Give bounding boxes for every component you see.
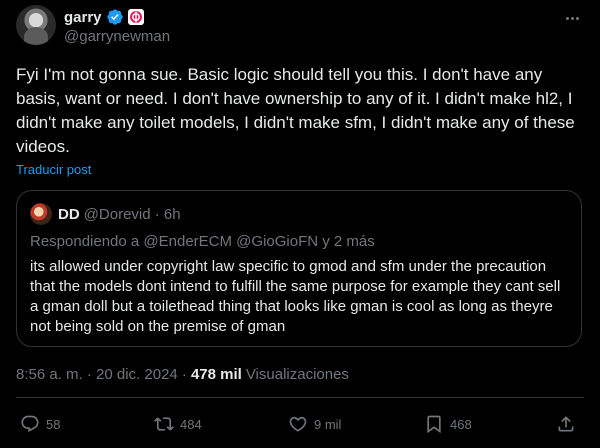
post-timestamp[interactable]: 8:56 a. m. · 20 dic. 2024 · <box>16 366 187 383</box>
author-display-name[interactable]: garry <box>64 9 102 26</box>
share-button[interactable] <box>556 413 576 435</box>
reply-icon <box>21 415 39 433</box>
views-label: Visualizaciones <box>245 366 349 383</box>
repost-count: 484 <box>180 416 202 432</box>
like-button[interactable]: 9 mil <box>288 413 341 435</box>
share-icon <box>558 416 574 432</box>
post-detail: garry @garrynewman Fyi I'm not gonna sue… <box>0 0 600 448</box>
bookmark-button[interactable]: 468 <box>424 413 472 435</box>
like-count: 9 mil <box>314 416 342 432</box>
author-avatar[interactable] <box>16 5 56 45</box>
bookmark-count: 468 <box>450 416 472 432</box>
bookmark-icon <box>427 415 441 434</box>
repost-button[interactable]: 484 <box>154 413 202 435</box>
affiliate-badge-icon[interactable] <box>127 9 144 25</box>
like-icon <box>289 416 307 432</box>
reply-button[interactable]: 58 <box>20 413 60 435</box>
quoted-author-name: DD <box>58 206 80 223</box>
divider <box>16 397 584 398</box>
quoted-post-header: DD @Dorevid · 6h <box>58 206 181 223</box>
more-icon[interactable] <box>562 8 582 28</box>
repost-icon <box>154 417 174 431</box>
quoted-reply-context: Respondiendo a @EnderECM @GioGioFN y 2 m… <box>30 233 375 250</box>
post-meta: 8:56 a. m. · 20 dic. 2024 · 478 mil Visu… <box>16 366 349 383</box>
author-name-row: garry <box>64 7 144 27</box>
post-text: Fyi I'm not gonna sue. Basic logic shoul… <box>16 65 575 156</box>
quoted-author-meta: @Dorevid · 6h <box>83 206 181 223</box>
quoted-post-text: its allowed under copyright law specific… <box>30 258 561 335</box>
quoted-author-avatar <box>30 203 52 225</box>
author-handle[interactable]: @garrynewman <box>64 28 170 45</box>
verified-badge-icon[interactable] <box>106 8 124 26</box>
views-count: 478 mil <box>190 366 242 383</box>
translate-post-link[interactable]: Traducir post <box>16 162 91 177</box>
reply-count: 58 <box>46 416 61 432</box>
quoted-post[interactable]: DD @Dorevid · 6h Respondiendo a @EnderEC… <box>16 190 582 347</box>
